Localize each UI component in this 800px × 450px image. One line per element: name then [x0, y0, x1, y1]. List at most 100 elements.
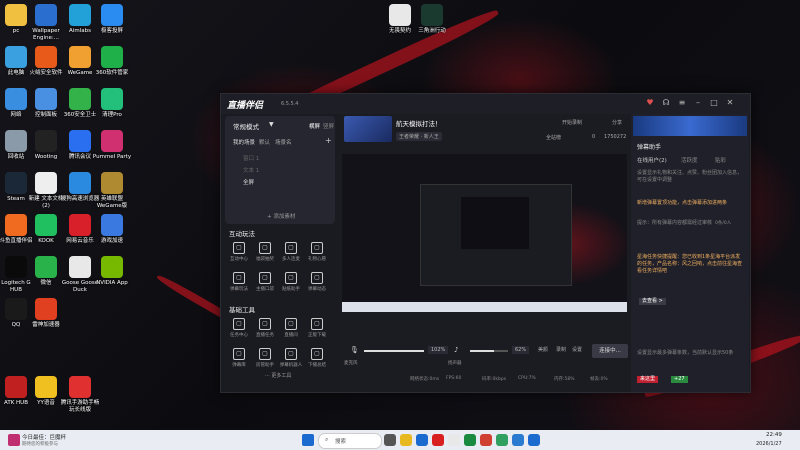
delta-force-icon[interactable] [464, 434, 476, 446]
speaker-icon[interactable]: ♪ [454, 346, 458, 354]
more-tools-button[interactable]: ··· 更多工具 [265, 372, 291, 379]
speaker-volume[interactable]: 62% [512, 346, 530, 354]
desktop-icon-delta-force[interactable]: 三角洲行动 [412, 4, 452, 35]
search-placeholder: 搜索 [335, 439, 347, 445]
minimize-icon[interactable]: – [693, 98, 703, 108]
maximize-icon[interactable]: □ [709, 98, 719, 108]
chevron-down-icon[interactable]: ▼ [269, 121, 274, 128]
tool-co-host[interactable]: ▢ 多人连麦 [279, 242, 303, 262]
add-scene-icon[interactable]: + [325, 136, 332, 145]
desktop-icon-cleaner[interactable]: 清理Pro [92, 88, 132, 119]
scene-item[interactable]: 文本 1 [243, 166, 259, 174]
scene-tab-mine[interactable]: 我的场景 [233, 138, 255, 146]
windows-start-icon[interactable] [302, 434, 314, 446]
connect-button[interactable]: 连接中... [592, 344, 628, 358]
headset-icon[interactable]: ☊ [661, 98, 671, 108]
task-view-icon[interactable] [384, 434, 396, 446]
scene-item[interactable]: 窗口 1 [243, 154, 259, 162]
tab-online-users[interactable]: 在线用户(2) [637, 156, 667, 164]
tool-interaction[interactable]: ▢ 互动中心 [227, 242, 251, 262]
preview-area: 航天模拟打法！ 王者荣耀 · 新人王 开始录制 分享 全站榜 0 1750272… [340, 114, 629, 392]
widget-subtitle: 期待您的积极参与 [22, 442, 58, 447]
tool-sticker[interactable]: ▢ 贴纸助手 [279, 272, 303, 292]
tab-stickers[interactable]: 贴彩 [715, 156, 726, 164]
tool-lucky-bag[interactable]: ▢ 福袋抽奖 [253, 242, 277, 262]
screencast-icon[interactable] [528, 434, 540, 446]
status-item: CPU:7% [518, 376, 536, 381]
tool-room[interactable]: ▢ 直播间 [279, 318, 303, 338]
clock-date[interactable]: 2026/1/27 [756, 441, 782, 447]
danmu-count: 0条/0人 [715, 221, 732, 226]
file-explorer-icon[interactable] [400, 434, 412, 446]
cleaner-icon [101, 88, 123, 110]
chat-message[interactable]: 去查看 > [639, 298, 666, 305]
stream-category[interactable]: 王者荣耀 · 新人王 [396, 132, 442, 141]
interactive-title: 互动玩法 [229, 230, 255, 238]
tool-label: 直播间 [284, 333, 298, 338]
gift-icon[interactable]: ♥ [645, 98, 655, 108]
desktop-icon-pummel-party[interactable]: Pummel Party [92, 130, 132, 161]
speaker-slider[interactable] [470, 350, 508, 352]
search-box[interactable]: ⌕ 搜索 [318, 433, 382, 449]
tool-pocket[interactable]: ▢ 主播口袋 [253, 272, 277, 292]
desktop-icon-label: 英雄联盟WeGame版 [96, 196, 128, 209]
tool-danmu-dynamic[interactable]: ▢ 弹幕动态 [305, 272, 329, 292]
tool-danmu-play[interactable]: ▢ 弹幕玩法 [227, 272, 251, 292]
weather-icon[interactable] [8, 434, 20, 446]
mic-slider[interactable] [364, 350, 424, 352]
delta-force-icon[interactable] [512, 434, 524, 446]
scene-tab-default[interactable]: 默认 [259, 138, 270, 146]
desktop-icon-360-manager[interactable]: 360软件管家 [92, 46, 132, 77]
desktop-icon-game-boost[interactable]: 游戏加速 [92, 214, 132, 245]
streaming-app-icon[interactable] [496, 434, 508, 446]
record-button[interactable]: 录制 [556, 346, 566, 353]
desktop-icon-tencent-mobile[interactable]: 腾讯手游助手畅玩长线版 [60, 376, 100, 414]
beauty-button[interactable]: 美颜 [538, 346, 548, 353]
tab-vertical[interactable]: 竖屏 [323, 122, 334, 130]
desktop-icon-lol[interactable]: 英雄联盟WeGame版 [92, 172, 132, 210]
360-security-icon [69, 88, 91, 110]
steam-icon [5, 172, 27, 194]
desktop-icon-label: 清理Pro [102, 112, 122, 118]
tool-label: 弹幕动态 [308, 287, 326, 292]
tool-danmu-lib[interactable]: ▢ 弹幕库 [227, 348, 251, 368]
tool-bot[interactable]: ▢ 弹幕机器人 [279, 348, 303, 368]
scene-item[interactable]: 全屏 [243, 178, 254, 186]
tool-live-task[interactable]: ▢ 直播任务 [253, 318, 277, 338]
add-material-button[interactable]: + 添加素材 [267, 212, 295, 220]
tool-summary[interactable]: ▢ 下播总结 [305, 348, 329, 368]
tool-download[interactable]: ▢ 正版下载 [305, 318, 329, 338]
desktop-icon-screencast[interactable]: 极客投屏 [92, 4, 132, 35]
share-button[interactable]: 分享 [612, 119, 622, 126]
stream-preview[interactable] [342, 154, 627, 312]
valorant-icon[interactable] [448, 434, 460, 446]
cover-thumbnail[interactable] [344, 116, 392, 142]
live-rank[interactable]: 全站榜 [546, 134, 561, 141]
settings-button[interactable]: 设置 [572, 346, 582, 353]
tool-gift-wish[interactable]: ▢ 礼物心愿 [305, 242, 329, 262]
desktop-icon-leishen[interactable]: 雷神加速器 [26, 298, 66, 329]
microphone-icon[interactable]: 🎙 [350, 346, 359, 354]
desktop-icon-nvidia[interactable]: NVIDIA App [92, 256, 132, 287]
edge-icon[interactable] [416, 434, 428, 446]
tool-admin[interactable]: ▢ 房管助手 [253, 348, 277, 368]
start-record-button[interactable]: 开始录制 [562, 119, 582, 126]
menu-icon[interactable]: ≡ [677, 98, 687, 108]
streaming-app-window: 直播伴侣 6.5.5.4 ♥ ☊ ≡ – □ ✕ 常规模式 ▼ 横屏 竖屏 我的… [220, 93, 751, 393]
mic-volume[interactable]: 102% [428, 346, 449, 354]
app-icon[interactable] [432, 434, 444, 446]
stream-title[interactable]: 航天模拟打法！ [396, 118, 442, 128]
banner-ad[interactable] [633, 116, 747, 136]
widget-title[interactable]: 今日最佳：巨魔杯 [22, 433, 66, 441]
mode-selector[interactable]: 常规模式 [233, 121, 259, 131]
scene-tab-name[interactable]: 场景名 [275, 138, 292, 146]
tab-horizontal[interactable]: 横屏 [309, 122, 320, 130]
douyu-icon[interactable] [480, 434, 492, 446]
summary-icon: ▢ [311, 348, 323, 360]
close-icon[interactable]: ✕ [725, 98, 735, 108]
clock-time[interactable]: 22:49 [766, 432, 782, 438]
tool-task[interactable]: ▢ 任务中心 [227, 318, 251, 338]
goose-icon [69, 256, 91, 278]
taskbar: 今日最佳：巨魔杯 期待您的积极参与 ⌕ 搜索 22:49 2026/1/27 [0, 430, 800, 450]
tab-activity[interactable]: 活跃度 [681, 156, 698, 164]
